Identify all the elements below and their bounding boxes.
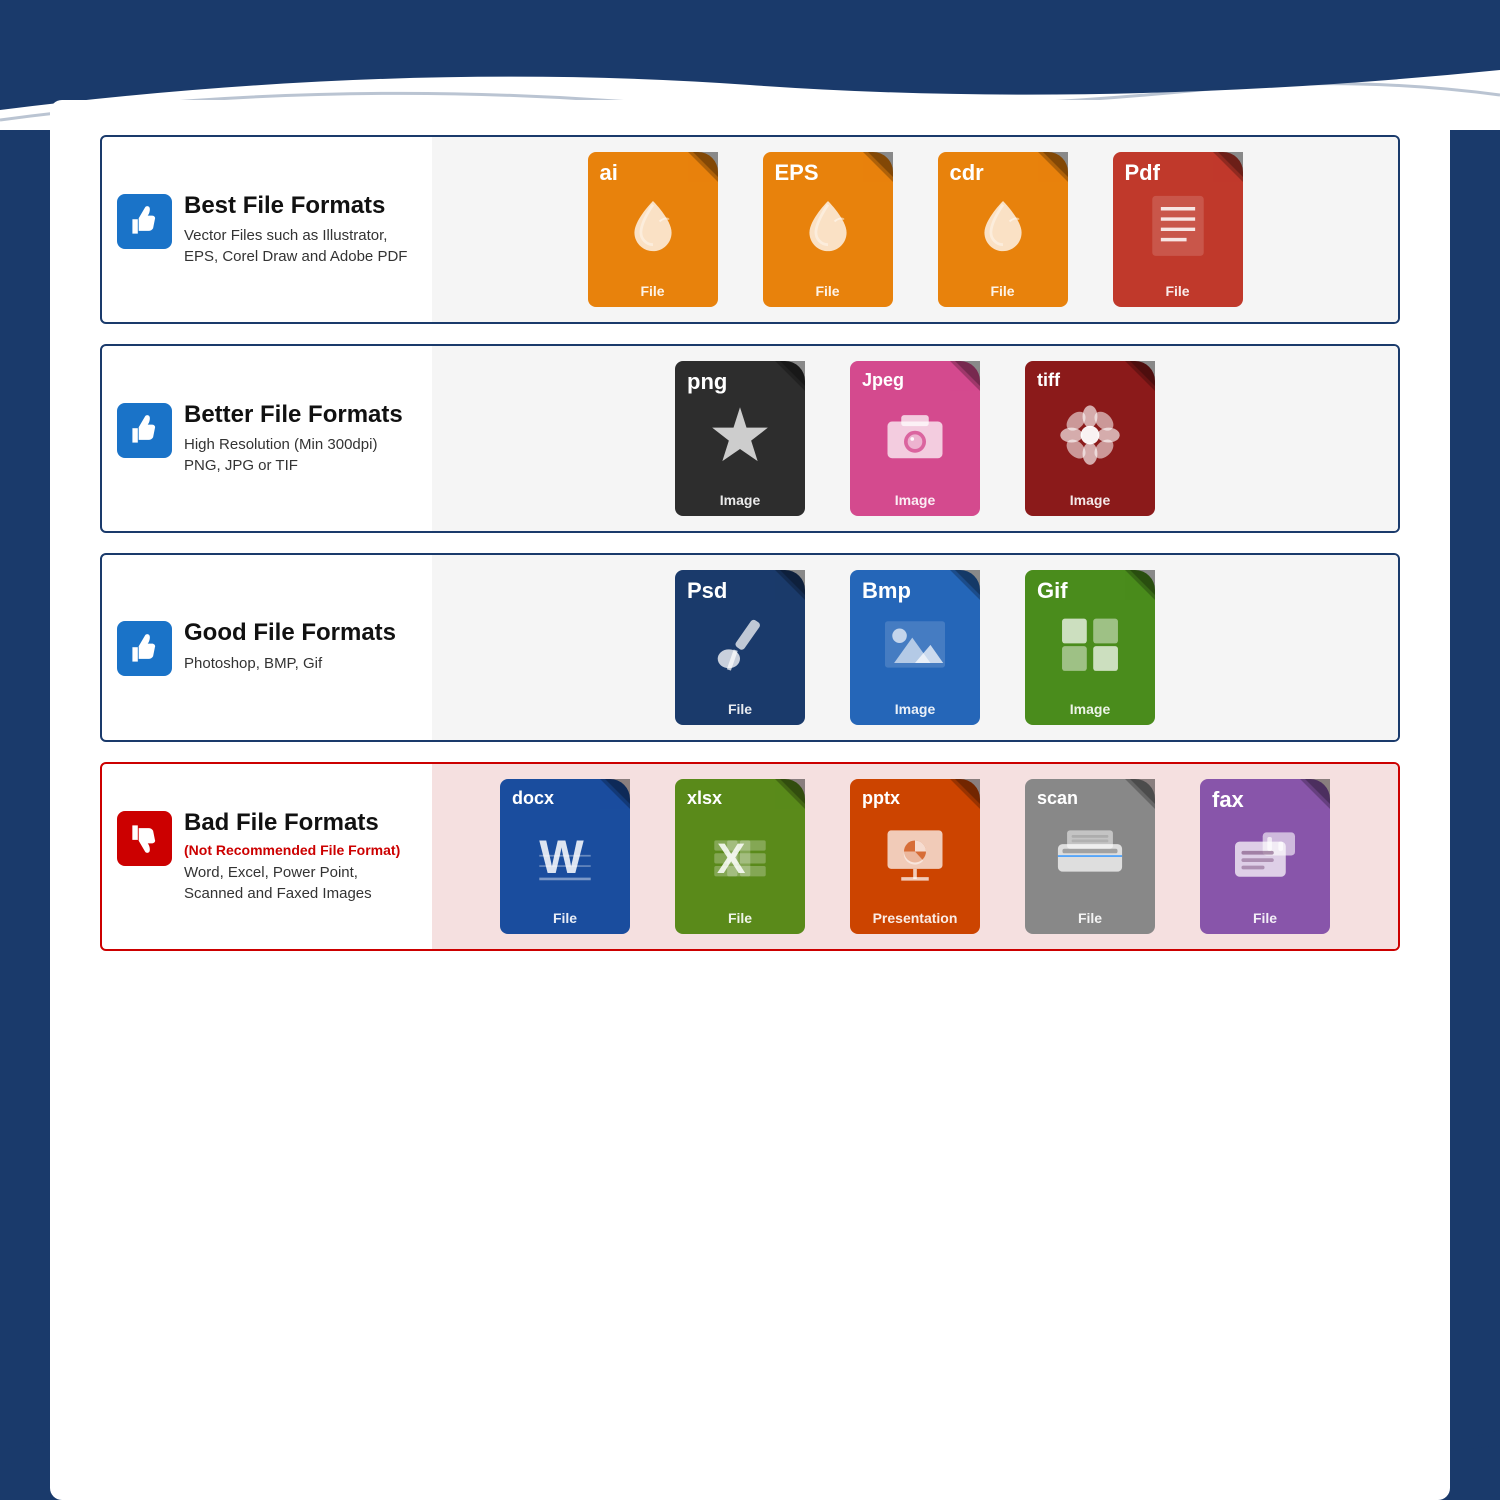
row-label-better: Better File Formats High Resolution (Min… (102, 383, 432, 495)
file-icon-Bmp: Bmp Image (840, 570, 990, 725)
file-icon-cdr: cdr File (928, 152, 1078, 307)
label-text-better: Better File Formats High Resolution (Min… (184, 401, 412, 477)
file-icon-Psd: Psd File (665, 570, 815, 725)
row-better: Better File Formats High Resolution (Min… (100, 344, 1400, 533)
file-icon-docx: docx W File (490, 779, 640, 934)
row-files-bad: docx W File (432, 764, 1398, 949)
label-text-good: Good File Formats Photoshop, BMP, Gif (184, 619, 412, 674)
row-label-best: Best File Formats Vector Files such as I… (102, 174, 432, 286)
file-icon-Gif: Gif Image (1015, 570, 1165, 725)
row-label-bad: Bad File Formats (Not Recommended File F… (102, 791, 432, 923)
label-title-best: Best File Formats (184, 192, 412, 221)
label-desc-best: Vector Files such as Illustrator,EPS, Co… (184, 225, 412, 267)
label-title-good: Good File Formats (184, 619, 412, 648)
thumbs-up-icon-good (117, 621, 172, 676)
row-files-good: Psd File Bmp (432, 555, 1398, 740)
thumbs-up-icon-best (117, 194, 172, 249)
file-icon-Pdf: Pdf File (1103, 152, 1253, 307)
label-desc-good: Photoshop, BMP, Gif (184, 653, 412, 674)
label-subtitle-bad: (Not Recommended File Format) (184, 842, 412, 858)
label-desc-better: High Resolution (Min 300dpi)PNG, JPG or … (184, 434, 412, 476)
row-best: Best File Formats Vector Files such as I… (100, 135, 1400, 324)
row-files-best: ai File EPS (432, 137, 1398, 322)
file-icon-pptx: pptx Presentation (840, 779, 990, 934)
file-icon-tiff: tiff Image (1015, 361, 1165, 516)
content-wrapper: Best File Formats Vector Files such as I… (50, 100, 1450, 1500)
label-title-better: Better File Formats (184, 401, 412, 430)
label-text-best: Best File Formats Vector Files such as I… (184, 192, 412, 268)
label-text-bad: Bad File Formats (Not Recommended File F… (184, 809, 412, 905)
thumbs-down-icon-bad (117, 811, 172, 866)
row-label-good: Good File Formats Photoshop, BMP, Gif (102, 601, 432, 694)
file-icon-ai: ai File (578, 152, 728, 307)
label-title-bad: Bad File Formats (184, 809, 412, 838)
main-container: Best File Formats Vector Files such as I… (0, 0, 1500, 1500)
file-icon-Jpeg: Jpeg Image (840, 361, 990, 516)
file-icon-xlsx: xlsx X File (665, 779, 815, 934)
row-bad: Bad File Formats (Not Recommended File F… (100, 762, 1400, 951)
label-desc-bad: Word, Excel, Power Point,Scanned and Fax… (184, 862, 412, 904)
file-icon-png: png Image (665, 361, 815, 516)
row-files-better: png Image Jpeg (432, 346, 1398, 531)
file-icon-fax: fax File (1190, 779, 1340, 934)
file-icon-EPS: EPS File (753, 152, 903, 307)
row-good: Good File Formats Photoshop, BMP, Gif Ps… (100, 553, 1400, 742)
rows-container: Best File Formats Vector Files such as I… (100, 135, 1400, 951)
thumbs-up-icon-better (117, 403, 172, 458)
file-icon-scan: scan File (1015, 779, 1165, 934)
